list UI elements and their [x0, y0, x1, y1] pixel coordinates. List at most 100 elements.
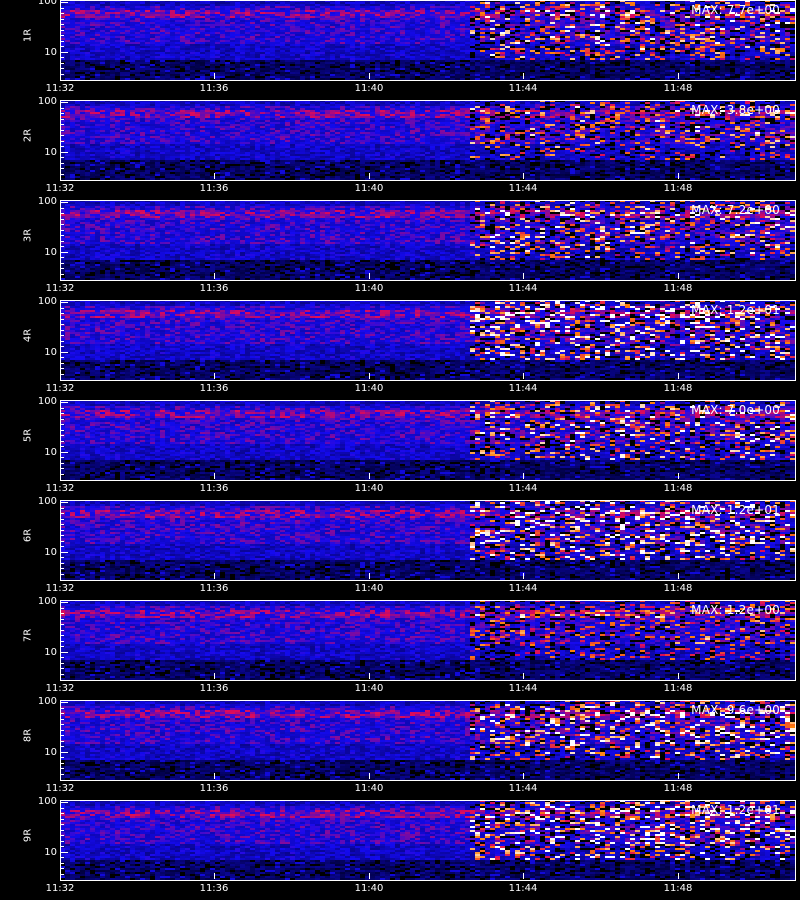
y-tick-mark: [60, 446, 64, 447]
y-tick-mark: [60, 18, 64, 20]
y-tick-mark: [60, 235, 64, 236]
y-tick-mark: [60, 529, 64, 531]
y-tick-mark: [60, 151, 68, 153]
x-tick-mark: [678, 173, 679, 179]
spectrogram-panel: MAX: 3.8e+00 2R 100 10 11:32 11:36 11:40 11:44 1…: [0, 96, 800, 200]
y-tick-mark: [60, 35, 64, 36]
y-tick-label: 10: [44, 47, 57, 58]
x-tick-mark: [369, 673, 370, 679]
y-tick-mark: [60, 735, 64, 736]
y-tick-mark: [60, 251, 68, 253]
x-tick-mark: [523, 873, 524, 879]
max-label: MAX: 1.2e+01: [691, 303, 780, 317]
max-label: MAX: 7.0e+00: [691, 403, 780, 417]
y-tick-mark: [60, 851, 68, 853]
x-tick-label: 11:48: [663, 483, 693, 494]
x-tick-label: 11:40: [354, 183, 384, 194]
x-tick-label: 11:32: [45, 283, 75, 294]
y-tick-mark: [60, 840, 64, 842]
y-tick-mark: [60, 651, 68, 653]
y-tick-mark: [60, 129, 64, 131]
y-tick-mark: [60, 502, 68, 503]
y-tick-mark: [60, 540, 64, 542]
max-label: MAX: 1.2e+01: [691, 503, 780, 517]
y-tick-mark: [60, 551, 68, 553]
x-tick-label: 11:40: [354, 583, 384, 594]
x-tick-mark: [369, 73, 370, 79]
x-tick-mark: [523, 473, 524, 479]
y-tick-mark: [60, 62, 64, 64]
y-tick-label: 10: [44, 247, 57, 258]
y-tick-label: 100: [37, 696, 57, 707]
y-tick-mark: [60, 751, 68, 753]
y-axis-label: 9R: [22, 828, 34, 843]
y-tick-mark: [60, 218, 64, 220]
x-tick-mark: [60, 173, 61, 179]
y-tick-mark: [60, 618, 64, 620]
x-tick-label: 11:36: [199, 883, 229, 894]
y-tick-mark: [60, 557, 64, 558]
x-tick-label: 11:40: [354, 783, 384, 794]
x-tick-mark: [214, 173, 215, 179]
x-tick-label: 11:36: [199, 583, 229, 594]
y-tick-mark: [60, 107, 64, 109]
y-tick-mark: [60, 302, 68, 303]
x-tick-label: 11:36: [199, 683, 229, 694]
y-tick-mark: [60, 146, 64, 147]
x-tick-label: 11:36: [199, 83, 229, 94]
y-tick-label: 10: [44, 447, 57, 458]
y-tick-mark: [60, 724, 64, 725]
y-tick-mark: [60, 257, 64, 258]
y-tick-mark: [60, 635, 64, 636]
y-tick-mark: [60, 113, 64, 114]
max-label: MAX: 7.7e+00: [691, 3, 780, 17]
y-tick-mark: [60, 168, 64, 169]
y-tick-label: 10: [44, 147, 57, 158]
y-axis-label: 8R: [22, 728, 34, 743]
y-axis-label: 6R: [22, 528, 34, 543]
y-tick-mark: [60, 335, 64, 336]
x-tick-mark: [678, 573, 679, 579]
x-tick-label: 11:40: [354, 683, 384, 694]
y-tick-mark: [60, 224, 64, 225]
y-tick-mark: [60, 718, 64, 720]
x-tick-mark: [214, 273, 215, 279]
x-tick-label: 11:32: [45, 383, 75, 394]
x-tick-label: 11:32: [45, 83, 75, 94]
y-tick-mark: [60, 868, 64, 869]
y-tick-mark: [60, 713, 64, 714]
max-label: MAX: 9.6e+00: [691, 703, 780, 717]
y-tick-mark: [60, 757, 64, 758]
y-tick-mark: [60, 602, 68, 603]
y-tick-label: 100: [37, 196, 57, 207]
x-tick-mark: [369, 773, 370, 779]
x-tick-mark: [523, 373, 524, 379]
y-tick-mark: [60, 40, 64, 42]
y-tick-mark: [60, 313, 64, 314]
y-tick-mark: [60, 768, 64, 769]
x-tick-mark: [523, 573, 524, 579]
max-label: MAX: 3.8e+00: [691, 103, 780, 117]
x-tick-mark: [214, 773, 215, 779]
x-tick-label: 11:48: [663, 583, 693, 594]
y-tick-mark: [60, 802, 68, 803]
y-tick-mark: [60, 124, 64, 125]
y-axis-label: 2R: [22, 128, 34, 143]
x-tick-label: 11:40: [354, 383, 384, 394]
x-tick-label: 11:44: [508, 283, 538, 294]
y-tick-mark: [60, 307, 64, 309]
y-tick-mark: [60, 402, 68, 403]
y-tick-mark: [60, 202, 68, 203]
y-tick-label: 100: [37, 796, 57, 807]
y-tick-mark: [60, 13, 64, 14]
y-tick-mark: [60, 607, 64, 609]
x-tick-mark: [523, 173, 524, 179]
x-tick-mark: [678, 873, 679, 879]
y-tick-mark: [60, 562, 64, 564]
spectrogram-image: [60, 700, 795, 780]
x-tick-label: 11:32: [45, 583, 75, 594]
y-tick-mark: [60, 740, 64, 742]
spectrogram-panel: MAX: 1.2e+00 7R 100 10 11:32 11:36 11:40 11:44 1…: [0, 596, 800, 700]
max-label: MAX: 1.2e+01: [691, 803, 780, 817]
y-tick-mark: [60, 668, 64, 669]
